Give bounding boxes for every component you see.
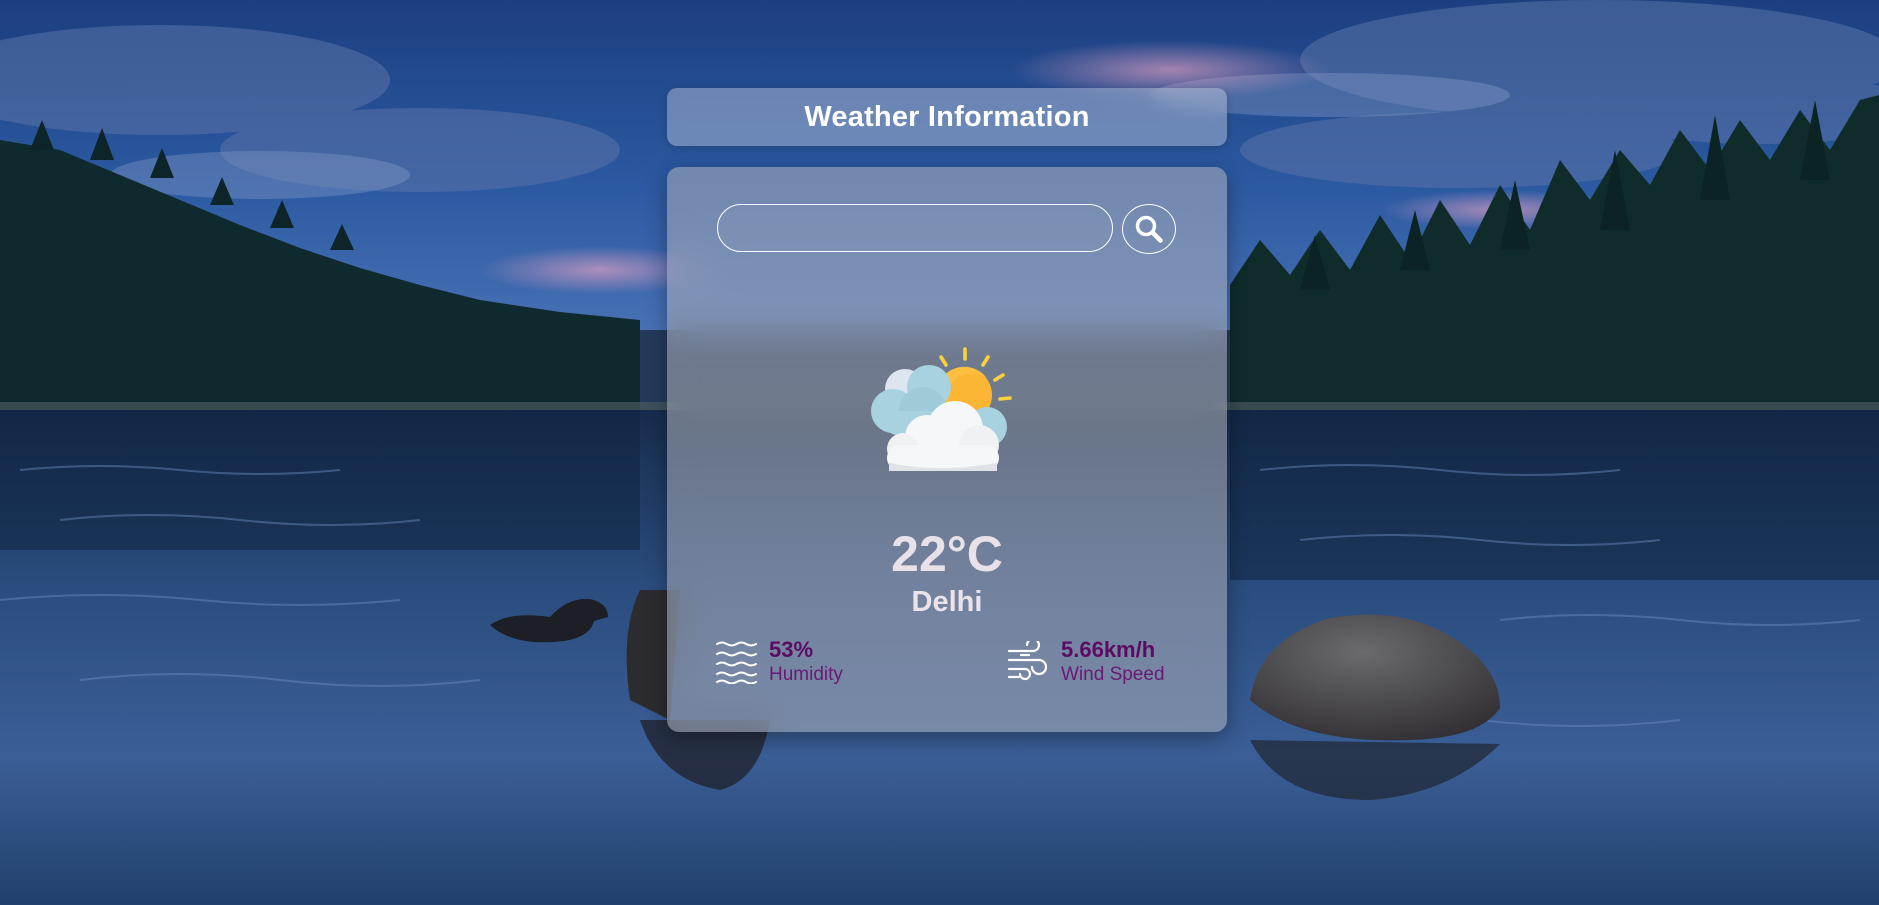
humidity-waves-icon <box>716 641 757 684</box>
weather-card: 22°C Delhi 53% Humidity 5.66km/h Wind Sp… <box>667 167 1227 732</box>
city-name: Delhi <box>911 586 983 618</box>
search-input[interactable] <box>717 204 1113 252</box>
search-button[interactable] <box>1122 204 1176 254</box>
humidity-value: 53% <box>769 637 814 662</box>
page-title: Weather Information <box>804 100 1090 133</box>
humidity-stat: 53% Humidity <box>715 639 843 684</box>
wind-icon <box>1007 640 1048 680</box>
humidity-text: 53% Humidity <box>769 637 843 685</box>
wind-stat: 5.66km/h Wind Speed <box>1007 639 1165 684</box>
search-icon <box>1135 215 1163 243</box>
wind-label: Wind Speed <box>1061 664 1165 685</box>
partly-cloudy-icon <box>871 347 1012 471</box>
humidity-label: Humidity <box>769 664 843 685</box>
temperature: 22°C <box>891 526 1003 582</box>
wind-value: 5.66km/h <box>1061 637 1156 662</box>
wind-text: 5.66km/h Wind Speed <box>1061 637 1165 685</box>
title-bar: Weather Information <box>667 88 1227 146</box>
